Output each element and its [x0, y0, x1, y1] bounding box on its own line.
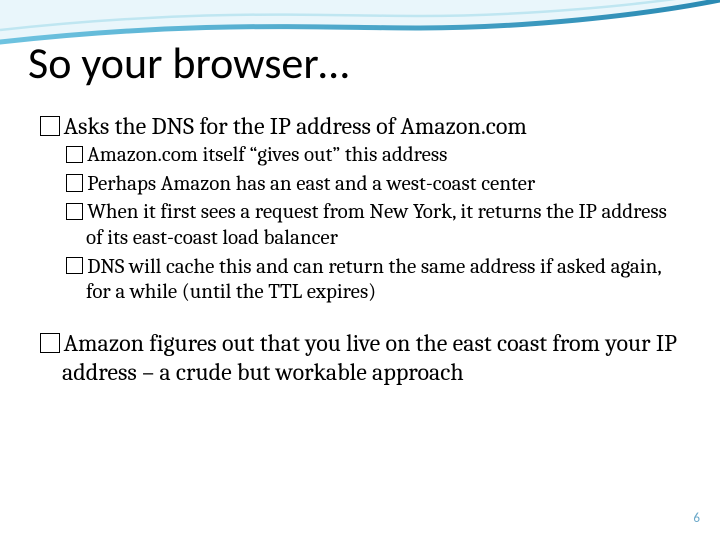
- bullet-2: Amazon figures out that you live on the …: [40, 329, 680, 388]
- sub-bullet-1-text: Amazon.com itself “gives out” this addre…: [87, 143, 447, 167]
- slide-body: Asks the DNS for the IP address of Amazo…: [40, 112, 680, 389]
- bullet-2-text: Amazon figures out that you live on the …: [62, 329, 677, 386]
- sub-bullet-2-text: Perhaps Amazon has an east and a west-co…: [87, 172, 535, 196]
- bullet-1: Asks the DNS for the IP address of Amazo…: [40, 112, 680, 141]
- square-bullet-icon: [66, 174, 83, 191]
- square-bullet-icon: [40, 333, 60, 353]
- square-bullet-icon: [66, 146, 83, 163]
- sub-bullet-3-text: When it first sees a request from New Yo…: [86, 200, 667, 250]
- sub-bullet-4-text: DNS will cache this and can return the s…: [86, 255, 661, 305]
- bullet-1-text: Asks the DNS for the IP address of Amazo…: [64, 112, 527, 140]
- square-bullet-icon: [66, 257, 83, 274]
- square-bullet-icon: [66, 203, 83, 220]
- sub-bullet-3: When it first sees a request from New Yo…: [66, 200, 680, 251]
- page-number: 6: [693, 511, 700, 526]
- square-bullet-icon: [40, 116, 60, 136]
- sub-bullet-2: Perhaps Amazon has an east and a west-co…: [66, 172, 680, 198]
- slide-title: So your browser…: [28, 36, 349, 90]
- sub-bullet-4: DNS will cache this and can return the s…: [66, 255, 680, 306]
- sub-bullet-1: Amazon.com itself “gives out” this addre…: [66, 143, 680, 169]
